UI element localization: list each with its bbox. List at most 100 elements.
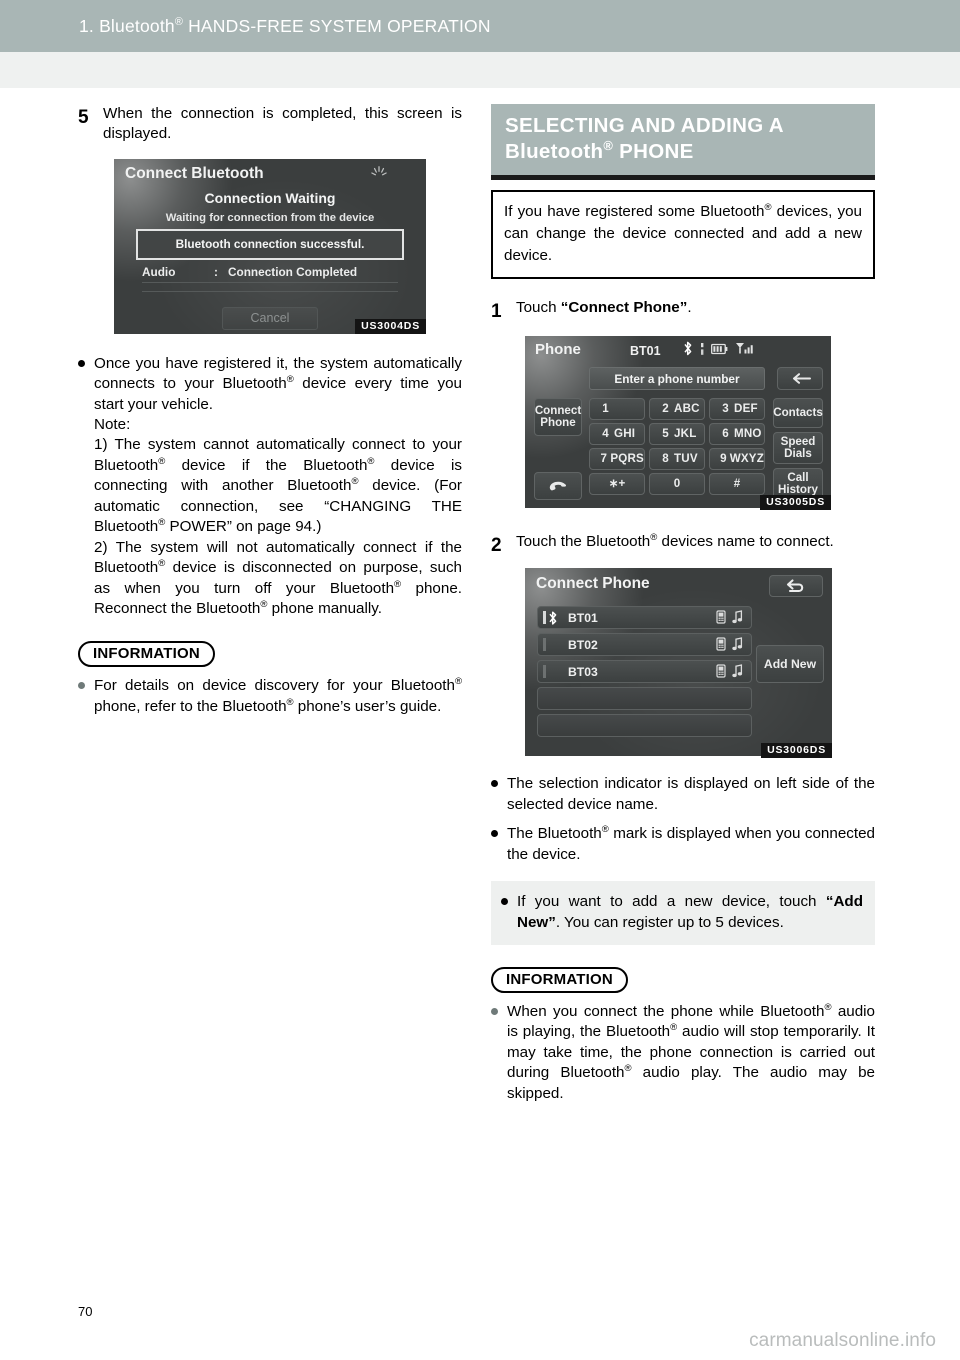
key-3[interactable]: 3 DEF [709,398,765,421]
key-0[interactable]: 0 [649,473,705,496]
bullet-dot-icon [491,1002,507,1015]
speed-dials-line2: Dials [784,447,812,461]
device-list-item-empty[interactable] [537,687,752,711]
phone-handset-icon [716,637,726,651]
page-subheader-band [0,52,960,88]
tip-panel: If you want to add a new device, touch “… [491,881,875,945]
back-button[interactable] [769,575,823,598]
note2-d: phone manually. [267,599,382,617]
screen-divider [142,290,398,292]
tip-pre: If you want to add a new device, touch [517,893,826,911]
sparkle-icon [371,165,387,176]
step-1-text: Touch “Connect Phone”. [516,298,875,318]
intro-box: If you have registered some Bluetooth® d… [491,190,875,280]
music-note-icon [732,610,743,624]
cancel-button[interactable]: Cancel [222,306,318,330]
device-name: BT02 [568,637,598,652]
device-list-item-empty[interactable] [537,714,752,738]
connect-phone-line2: Phone [540,416,576,430]
key-hash[interactable]: # [709,473,765,496]
device-list-item[interactable]: BT02 [537,633,752,657]
bullet-bt-a: The Bluetooth [507,825,602,843]
phone-number-input[interactable]: Enter a phone number [589,367,765,391]
contacts-label: Contacts [773,406,823,420]
bullet-dot-icon [501,892,517,906]
header-chapter: 1. [79,16,94,36]
key-letters: MNO [734,427,762,441]
add-new-button[interactable]: Add New [756,645,824,684]
back-arrow-icon [786,579,804,593]
note-1: 1) The system cannot automatically conne… [94,435,462,537]
screen-message-box: Bluetooth connection successful. [136,228,404,260]
key-5[interactable]: 5 JKL [649,423,705,446]
contacts-button[interactable]: Contacts [773,398,823,429]
signal-divider-icon [701,342,704,355]
device-list-item[interactable]: BT01 [537,606,752,630]
key-letters: TUV [674,452,698,466]
key-6[interactable]: 6 MNO [709,423,765,446]
backspace-button[interactable] [777,367,823,391]
device-list-item[interactable]: BT03 [537,660,752,684]
information-bullet: When you connect the phone while Bluetoo… [491,1002,875,1104]
bullet-selection-indicator-text: The selection indicator is displayed on … [507,775,875,813]
phone-handset-icon [716,664,726,678]
registered-mark: ® [764,202,772,214]
screen-title: Connect Bluetooth [125,164,264,182]
key-star[interactable]: ∗+ [589,473,645,496]
key-digit: 3 [722,402,729,416]
registered-mark: ® [351,476,359,488]
section-title-phone: PHONE [613,140,694,164]
key-9[interactable]: 9 WXYZ [709,448,765,471]
key-7[interactable]: 7 PQRS [589,448,645,471]
information-bullet: For details on device discovery for your… [78,676,462,717]
bullet-dot-icon [491,774,507,788]
watermark: carmanualsonline.info [749,1330,936,1351]
registered-mark: ® [286,696,294,708]
speed-dials-button[interactable]: Speed Dials [773,432,823,465]
key-digit: 9 [720,452,727,466]
step1-pre: Touch [516,299,561,317]
information-block-right: INFORMATION When you connect the phone w… [491,966,875,1104]
step-2-number: 2 [491,535,502,557]
screen-status-row: Audio : Connection Completed [142,265,398,283]
key-letters: GHI [614,427,636,441]
key-letters: JKL [674,427,697,441]
figure-id-label: US3005DS [760,495,831,511]
information-text: For details on device discovery for your… [94,676,462,717]
auto-connect-paragraph: Once you have registered it, the system … [94,354,462,415]
selection-indicator [543,638,546,652]
bullet-auto-connect: Once you have registered it, the system … [78,354,462,620]
key-8[interactable]: 8 TUV [649,448,705,471]
registered-mark: ® [286,374,294,386]
figure-phone-keypad: Phone BT01 Enter a phone number Connect … [525,336,831,511]
page-header-title: 1. Bluetooth® HANDS-FREE SYSTEM OPERATIO… [79,16,491,37]
call-button[interactable] [534,472,582,501]
phone-handset-icon [716,610,726,624]
registered-mark: ® [603,138,614,154]
registered-mark: ® [454,676,462,688]
figure-connect-bluetooth: Connect Bluetooth Connection Waiting Wai… [114,158,426,334]
information-label: INFORMATION [491,966,628,993]
key-4[interactable]: 4 GHI [589,423,645,446]
info-b: phone, refer to the Bluetooth [94,697,287,715]
status-icons [683,341,755,356]
header-registered-mark: ® [174,16,184,29]
device-row-icons [716,637,743,651]
backspace-arrow-icon [793,373,811,385]
note-label: Note: [94,416,131,434]
step-5-number: 5 [78,107,89,128]
headunit-screen-connect-phone: Connect Phone BT01 BT02 BT03 Add New [525,568,832,757]
step-1: 1 Touch “Connect Phone”. [491,298,875,324]
note1-b: device if the Bluetooth [165,456,368,474]
device-list: BT01 BT02 BT03 [537,606,752,741]
key-1[interactable]: 1 [589,398,645,421]
step1-post: . [687,299,692,317]
figure-connect-phone: Connect Phone BT01 BT02 BT03 Add New US3… [525,568,832,759]
connect-phone-button[interactable]: Connect Phone [534,398,582,437]
key-2[interactable]: 2 ABC [649,398,705,421]
section-title-line1: SELECTING AND ADDING A [505,114,784,137]
device-name: BT01 [568,610,598,625]
bluetooth-mark-icon [548,611,563,625]
key-letters: ABC [674,402,700,416]
selection-indicator [543,611,546,625]
